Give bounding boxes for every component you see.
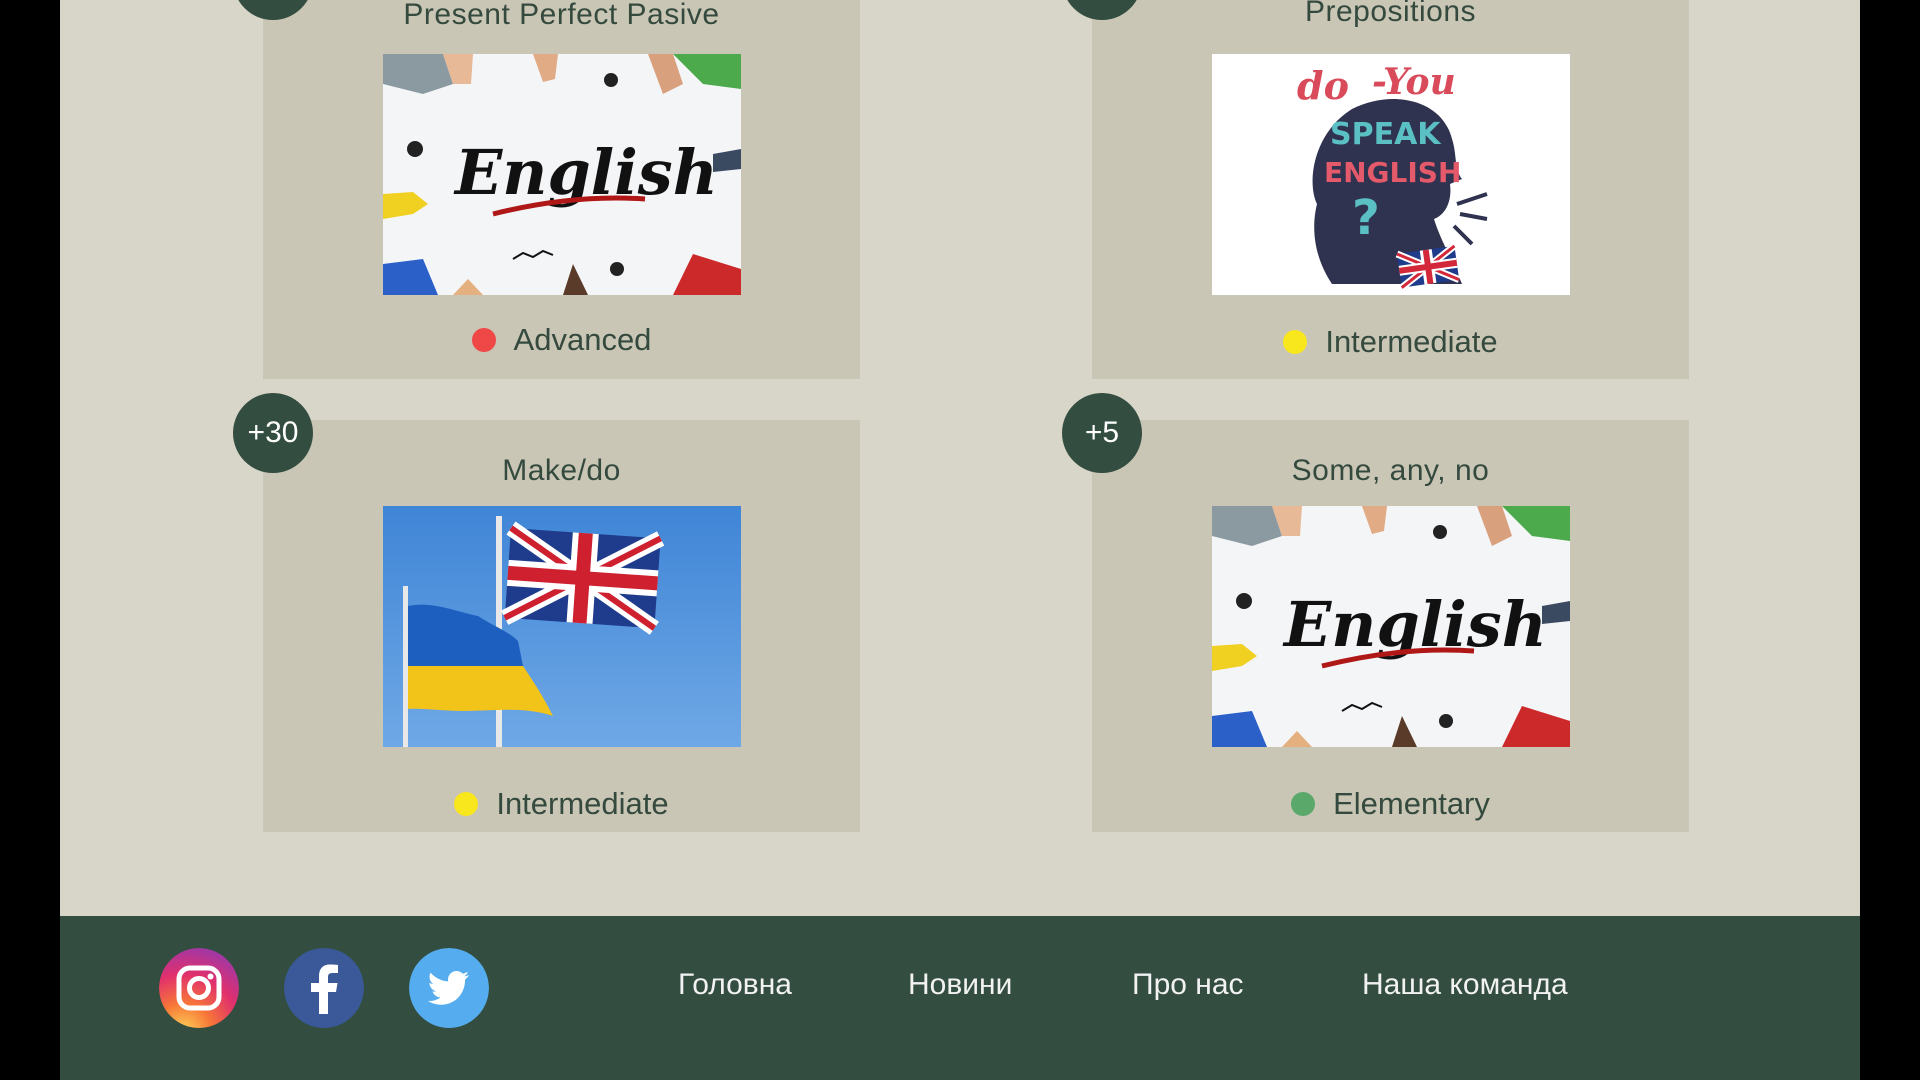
- english-hands-image[interactable]: English: [383, 54, 741, 295]
- level-label: Intermediate: [1325, 324, 1498, 359]
- card-title: Prepositions: [1304, 0, 1477, 28]
- level-indicator: Elementary: [1092, 786, 1689, 822]
- nav-link-about[interactable]: Про нас: [1132, 968, 1244, 1002]
- twitter-icon[interactable]: [409, 948, 489, 1028]
- card-title: Present Perfect Pasive: [403, 0, 720, 31]
- svg-text:do: do: [1297, 63, 1349, 108]
- card-title: Make/do: [502, 454, 621, 487]
- level-indicator: Intermediate: [1092, 324, 1689, 360]
- english-hands-image[interactable]: English: [1212, 506, 1570, 747]
- lesson-card-prepositions[interactable]: Prepositions do -You SPEAK ENGLISH ? Int…: [1062, 0, 1689, 379]
- level-label: Intermediate: [496, 786, 669, 821]
- lesson-card-make-do[interactable]: +30 Make/do Intermediate: [233, 393, 860, 832]
- nav-link-team[interactable]: Наша команда: [1362, 968, 1568, 1002]
- level-dot: [1283, 330, 1308, 354]
- lesson-card-some-any-no[interactable]: +5 Some, any, no English Elementary: [1062, 393, 1689, 832]
- level-indicator: Intermediate: [263, 786, 860, 822]
- level-label: Advanced: [513, 322, 652, 357]
- lesson-card-present-perfect-pasive[interactable]: Present Perfect Pasive English Advanced: [233, 0, 860, 379]
- svg-text:-You: -You: [1372, 61, 1456, 103]
- instagram-icon[interactable]: [159, 948, 239, 1028]
- facebook-icon[interactable]: [284, 948, 364, 1028]
- svg-text:SPEAK: SPEAK: [1330, 117, 1442, 152]
- nav-link-news[interactable]: Новини: [908, 968, 1012, 1002]
- card-title: Some, any, no: [1291, 454, 1490, 487]
- level-dot: [471, 328, 496, 352]
- level-label: Elementary: [1333, 786, 1490, 821]
- page: Present Perfect Pasive English Advanced …: [60, 0, 1860, 1080]
- svg-text:?: ?: [1352, 190, 1380, 246]
- level-dot: [1291, 792, 1316, 816]
- level-dot: [454, 792, 479, 816]
- level-indicator: Advanced: [263, 322, 860, 358]
- ukraine-uk-flags-image[interactable]: [383, 506, 741, 747]
- footer: Головна Новини Про нас Наша команда: [60, 916, 1860, 1080]
- do-you-speak-english-image[interactable]: do -You SPEAK ENGLISH ?: [1212, 54, 1570, 295]
- svg-text:ENGLISH: ENGLISH: [1324, 156, 1461, 189]
- nav-link-home[interactable]: Головна: [678, 968, 792, 1002]
